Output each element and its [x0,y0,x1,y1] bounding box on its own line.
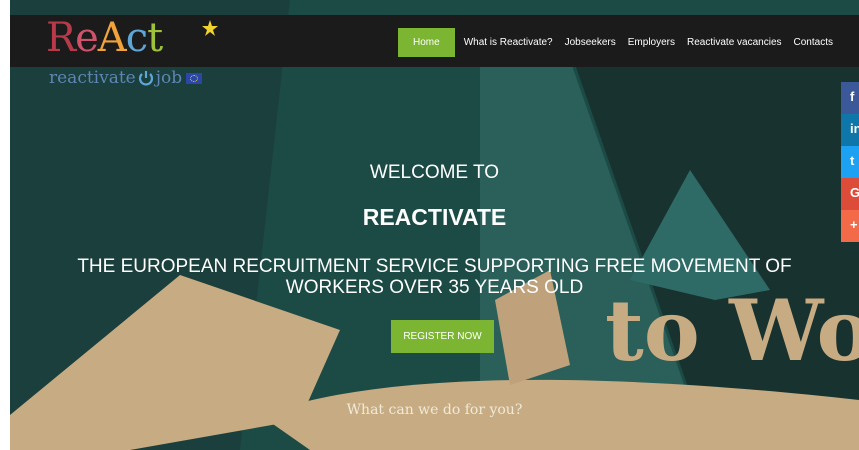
more-plus-icon: + [850,217,858,232]
register-now-button[interactable]: REGISTER NOW [391,320,494,353]
hero-section: WELCOME TO REACTIVATE THE EUROPEAN RECRU… [10,0,859,450]
what-can-we-do-heading: What can we do for you? [346,402,523,418]
hero-welcome: WELCOME TO [369,162,500,183]
linkedin-share-button[interactable]: in [841,114,859,146]
social-share-bar: f in t G + [841,82,859,242]
hero-subtitle: THE EUROPEAN RECRUITMENT SERVICE SUPPORT… [77,256,792,298]
hero-title: REACTIVATE [362,204,507,230]
google-plus-share-button[interactable]: G [841,178,859,210]
twitter-share-button[interactable]: t [841,146,859,178]
twitter-icon: t [850,153,855,168]
facebook-icon: f [850,89,855,104]
facebook-share-button[interactable]: f [841,82,859,114]
more-share-button[interactable]: + [841,210,859,242]
page-frame: to Work Home What is Reactivate? Jobseek… [10,0,859,450]
google-plus-icon: G [850,185,859,200]
linkedin-icon: in [850,121,859,136]
